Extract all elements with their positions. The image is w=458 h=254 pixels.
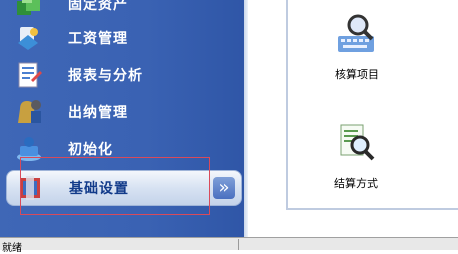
- status-text: 就绪: [2, 243, 22, 254]
- keyboard-magnifier-icon: [338, 14, 374, 52]
- panel-divider: [244, 0, 248, 237]
- nav-item-label: 初始化: [68, 142, 113, 158]
- nav-item-label: 出纳管理: [68, 105, 128, 121]
- nav-item-label: 固定资产: [68, 0, 128, 13]
- content-border-bottom: [286, 208, 458, 210]
- tile-settlement-methods[interactable]: 结算方式: [321, 121, 391, 191]
- report-icon: [18, 62, 42, 88]
- tile-label: 核算项目: [335, 68, 379, 81]
- tile-accounting-items[interactable]: 核算项目: [322, 12, 392, 82]
- nav-item-reports[interactable]: 报表与分析: [0, 57, 244, 93]
- content-border-left: [286, 0, 288, 210]
- cube-stack-icon: [17, 0, 40, 15]
- nav-item-cashier[interactable]: 出纳管理: [0, 94, 244, 130]
- selection-highlight-box: [20, 157, 210, 215]
- cashier-icon: [18, 100, 41, 123]
- nav-item-payroll[interactable]: 工资管理: [0, 20, 244, 56]
- status-bar: 就绪: [0, 237, 458, 254]
- nav-item-label: 报表与分析: [68, 68, 143, 84]
- payroll-icon: [18, 27, 38, 50]
- chevron-right-icon[interactable]: »: [213, 177, 235, 199]
- status-separator: [238, 239, 239, 250]
- nav-item-fixed-assets[interactable]: 固定资产: [0, 0, 244, 22]
- tile-label: 结算方式: [334, 177, 378, 190]
- nav-item-label: 工资管理: [68, 31, 128, 47]
- document-magnifier-icon: [340, 124, 375, 161]
